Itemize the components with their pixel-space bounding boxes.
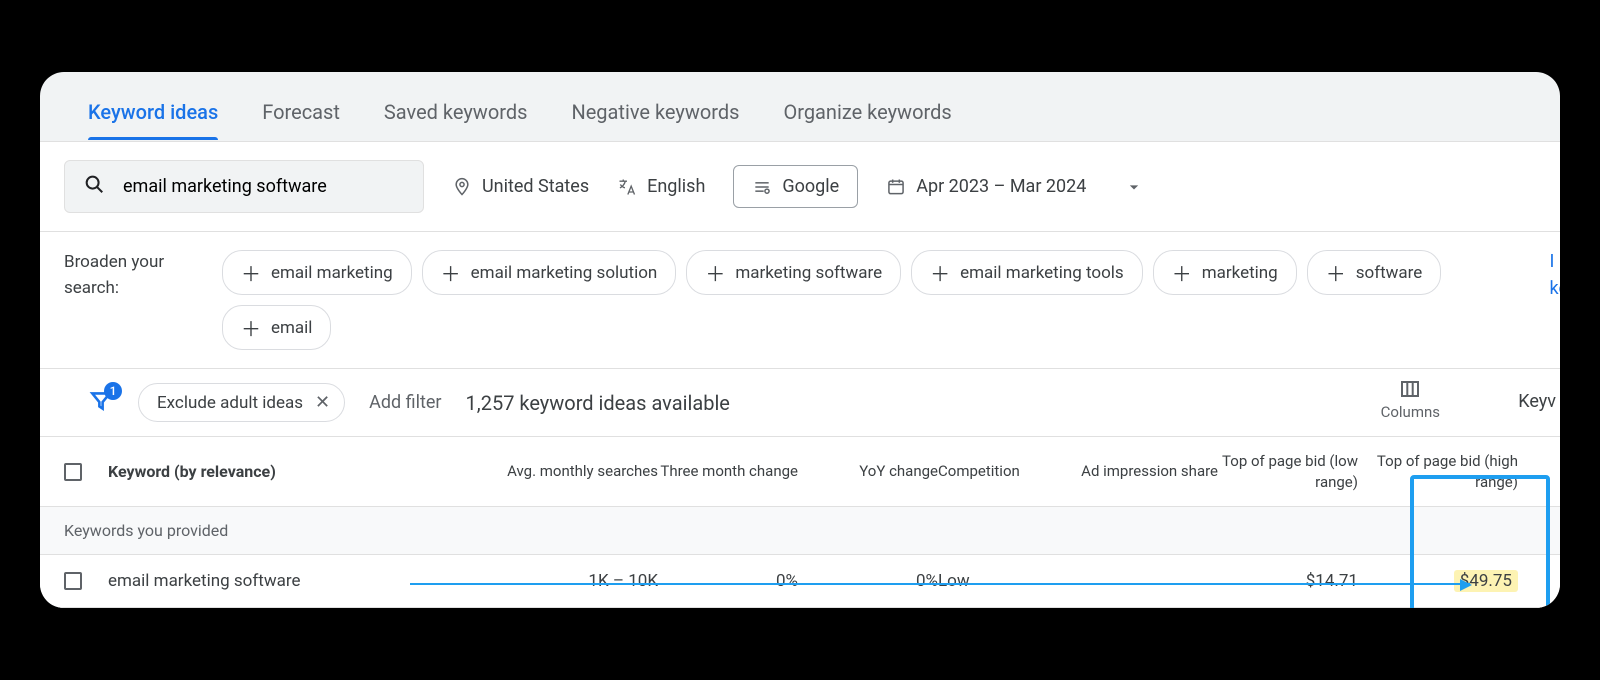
- plus-icon: ＋: [241, 258, 261, 287]
- col-avg-searches[interactable]: Avg. monthly searches: [468, 461, 658, 481]
- broaden-chip[interactable]: ＋ marketing: [1153, 250, 1297, 295]
- chip-label: email marketing tools: [960, 263, 1124, 283]
- translate-icon: [617, 177, 637, 197]
- tab-saved-keywords[interactable]: Saved keywords: [384, 100, 528, 140]
- cell-avg: 1K – 10K: [468, 571, 658, 591]
- plus-icon: ＋: [241, 313, 261, 342]
- col-competition[interactable]: Competition: [938, 461, 1068, 481]
- language-label: English: [647, 176, 705, 197]
- chip-label: marketing software: [735, 263, 882, 283]
- date-range-selector[interactable]: Apr 2023 – Mar 2024: [886, 176, 1144, 197]
- remove-filter-icon[interactable]: ✕: [315, 392, 330, 413]
- plus-icon: ＋: [1326, 258, 1346, 287]
- section-keywords-provided: Keywords you provided: [40, 507, 1560, 555]
- col-ad-share[interactable]: Ad impression share: [1068, 461, 1218, 481]
- calendar-icon: [886, 177, 906, 197]
- filter-count-badge: 1: [104, 382, 122, 400]
- tab-negative-keywords[interactable]: Negative keywords: [571, 100, 739, 140]
- keyword-view-partial[interactable]: Keyv: [1518, 391, 1556, 412]
- network-selector[interactable]: Google: [733, 165, 858, 208]
- chip-label: email: [271, 318, 312, 338]
- filter-controls: 1 Exclude adult ideas ✕ Add filter 1,257…: [40, 369, 1560, 437]
- broaden-chip[interactable]: ＋ email marketing tools: [911, 250, 1143, 295]
- filter-funnel-button[interactable]: 1: [88, 388, 114, 418]
- plus-icon: ＋: [930, 258, 950, 287]
- cell-bid-low: $14.71: [1218, 571, 1358, 591]
- columns-icon: [1398, 377, 1422, 401]
- cell-three-month: 0%: [658, 571, 798, 591]
- tab-keyword-ideas[interactable]: Keyword ideas: [88, 100, 218, 140]
- cell-competition: Low: [938, 571, 1068, 591]
- chip-label: software: [1356, 263, 1423, 283]
- columns-button[interactable]: Columns: [1381, 377, 1440, 421]
- search-icon: [83, 173, 105, 200]
- search-value: email marketing software: [123, 176, 327, 197]
- tab-organize-keywords[interactable]: Organize keywords: [783, 100, 951, 140]
- cell-keyword: email marketing software: [108, 571, 468, 591]
- filter-chip-label: Exclude adult ideas: [157, 393, 303, 413]
- table-row[interactable]: email marketing software 1K – 10K 0% 0% …: [40, 555, 1560, 608]
- search-settings-icon: [752, 177, 772, 197]
- location-label: United States: [482, 176, 589, 197]
- broaden-chip[interactable]: ＋ marketing software: [686, 250, 901, 295]
- broaden-chips: ＋ email marketing ＋ email marketing soluti…: [222, 250, 1536, 350]
- chip-label: marketing: [1202, 263, 1278, 283]
- broaden-search-row: Broaden your search: ＋ email marketing ＋ e…: [40, 232, 1560, 369]
- broaden-chip[interactable]: ＋ software: [1307, 250, 1442, 295]
- col-three-month[interactable]: Three month change: [658, 461, 798, 481]
- planner-tabs: Keyword ideas Forecast Saved keywords Ne…: [40, 72, 1560, 141]
- network-label: Google: [782, 176, 839, 197]
- broaden-chip[interactable]: ＋ email: [222, 305, 331, 350]
- ideas-available-text: 1,257 keyword ideas available: [466, 391, 730, 415]
- broaden-chip[interactable]: ＋ email marketing: [222, 250, 412, 295]
- targeting-bar: email marketing software United States E…: [40, 141, 1560, 232]
- row-checkbox[interactable]: [64, 572, 82, 590]
- bid-high-highlight: $49.75: [1454, 570, 1518, 592]
- location-pin-icon: [452, 177, 472, 197]
- chip-label: email marketing solution: [471, 263, 658, 283]
- col-bid-high[interactable]: Top of page bid (high range): [1358, 451, 1518, 492]
- plus-icon: ＋: [441, 258, 461, 287]
- date-range-label: Apr 2023 – Mar 2024: [916, 176, 1086, 197]
- side-link-partial[interactable]: Ike: [1550, 248, 1561, 302]
- chip-label: email marketing: [271, 263, 393, 283]
- col-yoy[interactable]: YoY change: [798, 461, 938, 481]
- location-selector[interactable]: United States: [452, 176, 589, 197]
- select-all-checkbox[interactable]: [64, 463, 82, 481]
- chevron-down-icon: [1124, 177, 1144, 197]
- applied-filter-chip[interactable]: Exclude adult ideas ✕: [138, 383, 345, 422]
- broaden-chip[interactable]: ＋ email marketing solution: [422, 250, 677, 295]
- tab-forecast[interactable]: Forecast: [262, 100, 340, 140]
- cell-yoy: 0%: [798, 571, 938, 591]
- broaden-label: Broaden your search:: [64, 250, 194, 301]
- col-bid-low[interactable]: Top of page bid (low range): [1218, 451, 1358, 492]
- col-keyword[interactable]: Keyword (by relevance): [108, 461, 468, 483]
- language-selector[interactable]: English: [617, 176, 705, 197]
- keyword-planner-panel: Keyword ideas Forecast Saved keywords Ne…: [40, 72, 1560, 608]
- plus-icon: ＋: [705, 258, 725, 287]
- plus-icon: ＋: [1172, 258, 1192, 287]
- table-header: Keyword (by relevance) Avg. monthly sear…: [40, 437, 1560, 507]
- columns-label: Columns: [1381, 403, 1440, 421]
- keyword-search-box[interactable]: email marketing software: [64, 160, 424, 213]
- add-filter-button[interactable]: Add filter: [369, 392, 441, 413]
- cell-bid-high: $49.75: [1358, 571, 1518, 591]
